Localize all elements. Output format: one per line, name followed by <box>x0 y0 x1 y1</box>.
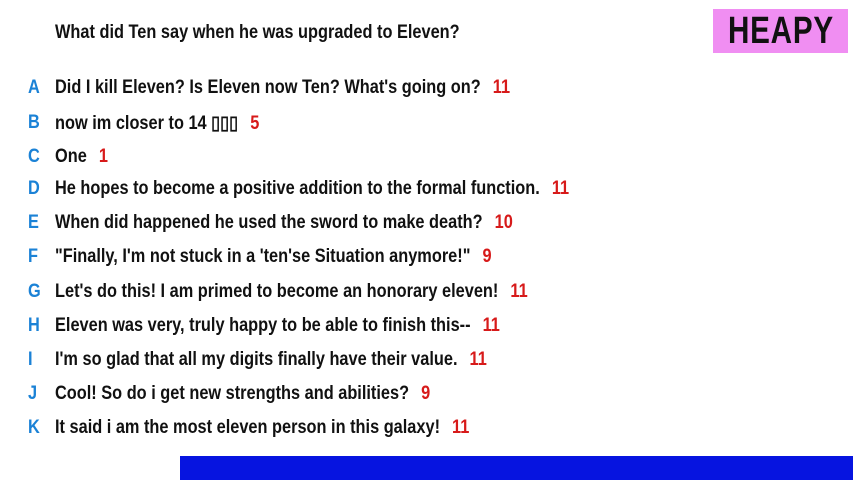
answer-body: Eleven was very, truly happy to be able … <box>55 315 500 337</box>
answer-body: When did happened he used the sword to m… <box>55 212 513 234</box>
answer-score: 9 <box>421 383 431 404</box>
answer-score: 9 <box>482 246 492 267</box>
answer-body: It said i am the most eleven person in t… <box>55 417 469 439</box>
answer-letter: J <box>28 383 38 404</box>
answer-text: One <box>55 146 87 167</box>
answer-text: Did I kill Eleven? Is Eleven now Ten? Wh… <box>55 77 481 98</box>
answer-text: He hopes to become a positive addition t… <box>55 178 540 199</box>
answer-text: Cool! So do i get new strengths and abil… <box>55 383 410 404</box>
answer-text: It said i am the most eleven person in t… <box>55 417 441 438</box>
answer-body: "Finally, I'm not stuck in a 'ten'se Sit… <box>55 246 492 268</box>
answer-letter: A <box>28 77 40 98</box>
answer-score: 1 <box>98 146 108 167</box>
answer-text: Eleven was very, truly happy to be able … <box>55 315 471 336</box>
answer-score: 11 <box>492 77 511 98</box>
answer-body: Did I kill Eleven? Is Eleven now Ten? Wh… <box>55 77 510 99</box>
answer-text: When did happened he used the sword to m… <box>55 212 483 233</box>
answer-letter: F <box>28 246 38 267</box>
answer-score: 11 <box>452 417 470 438</box>
answer-score: 11 <box>510 281 528 302</box>
logo-text: HEAPY <box>727 9 834 52</box>
answer-body: Let's do this! I am primed to become an … <box>55 281 528 303</box>
answer-text: Let's do this! I am primed to become an … <box>55 281 499 302</box>
answer-score: 11 <box>482 315 500 336</box>
heapy-logo: HEAPY <box>713 9 848 53</box>
answer-letter: H <box>28 315 40 336</box>
answer-letter: C <box>28 146 40 167</box>
answer-body: Cool! So do i get new strengths and abil… <box>55 383 430 405</box>
answer-score: 5 <box>250 112 260 134</box>
answer-body: now im closer to 14 ▯▯▯ 5 <box>55 112 259 135</box>
answer-letter: E <box>28 212 39 233</box>
answer-text: I'm so glad that all my digits finally h… <box>55 349 458 370</box>
answer-letter: B <box>28 112 40 133</box>
answer-text: now im closer to 14 ▯▯▯ <box>55 112 239 134</box>
answer-letter: I <box>28 349 33 370</box>
answer-text: "Finally, I'm not stuck in a 'ten'se Sit… <box>55 246 471 267</box>
answer-body: He hopes to become a positive addition t… <box>55 178 569 200</box>
answer-score: 11 <box>551 178 570 199</box>
answer-body: I'm so glad that all my digits finally h… <box>55 349 487 371</box>
answer-letter: G <box>28 281 41 302</box>
answer-body: One 1 <box>55 146 108 168</box>
bottom-bar <box>180 456 853 480</box>
answer-score: 10 <box>494 212 513 233</box>
answer-letter: D <box>28 178 40 199</box>
question-text: What did Ten say when he was upgraded to… <box>55 22 460 43</box>
answer-score: 11 <box>469 349 487 370</box>
answer-letter: K <box>28 417 40 438</box>
